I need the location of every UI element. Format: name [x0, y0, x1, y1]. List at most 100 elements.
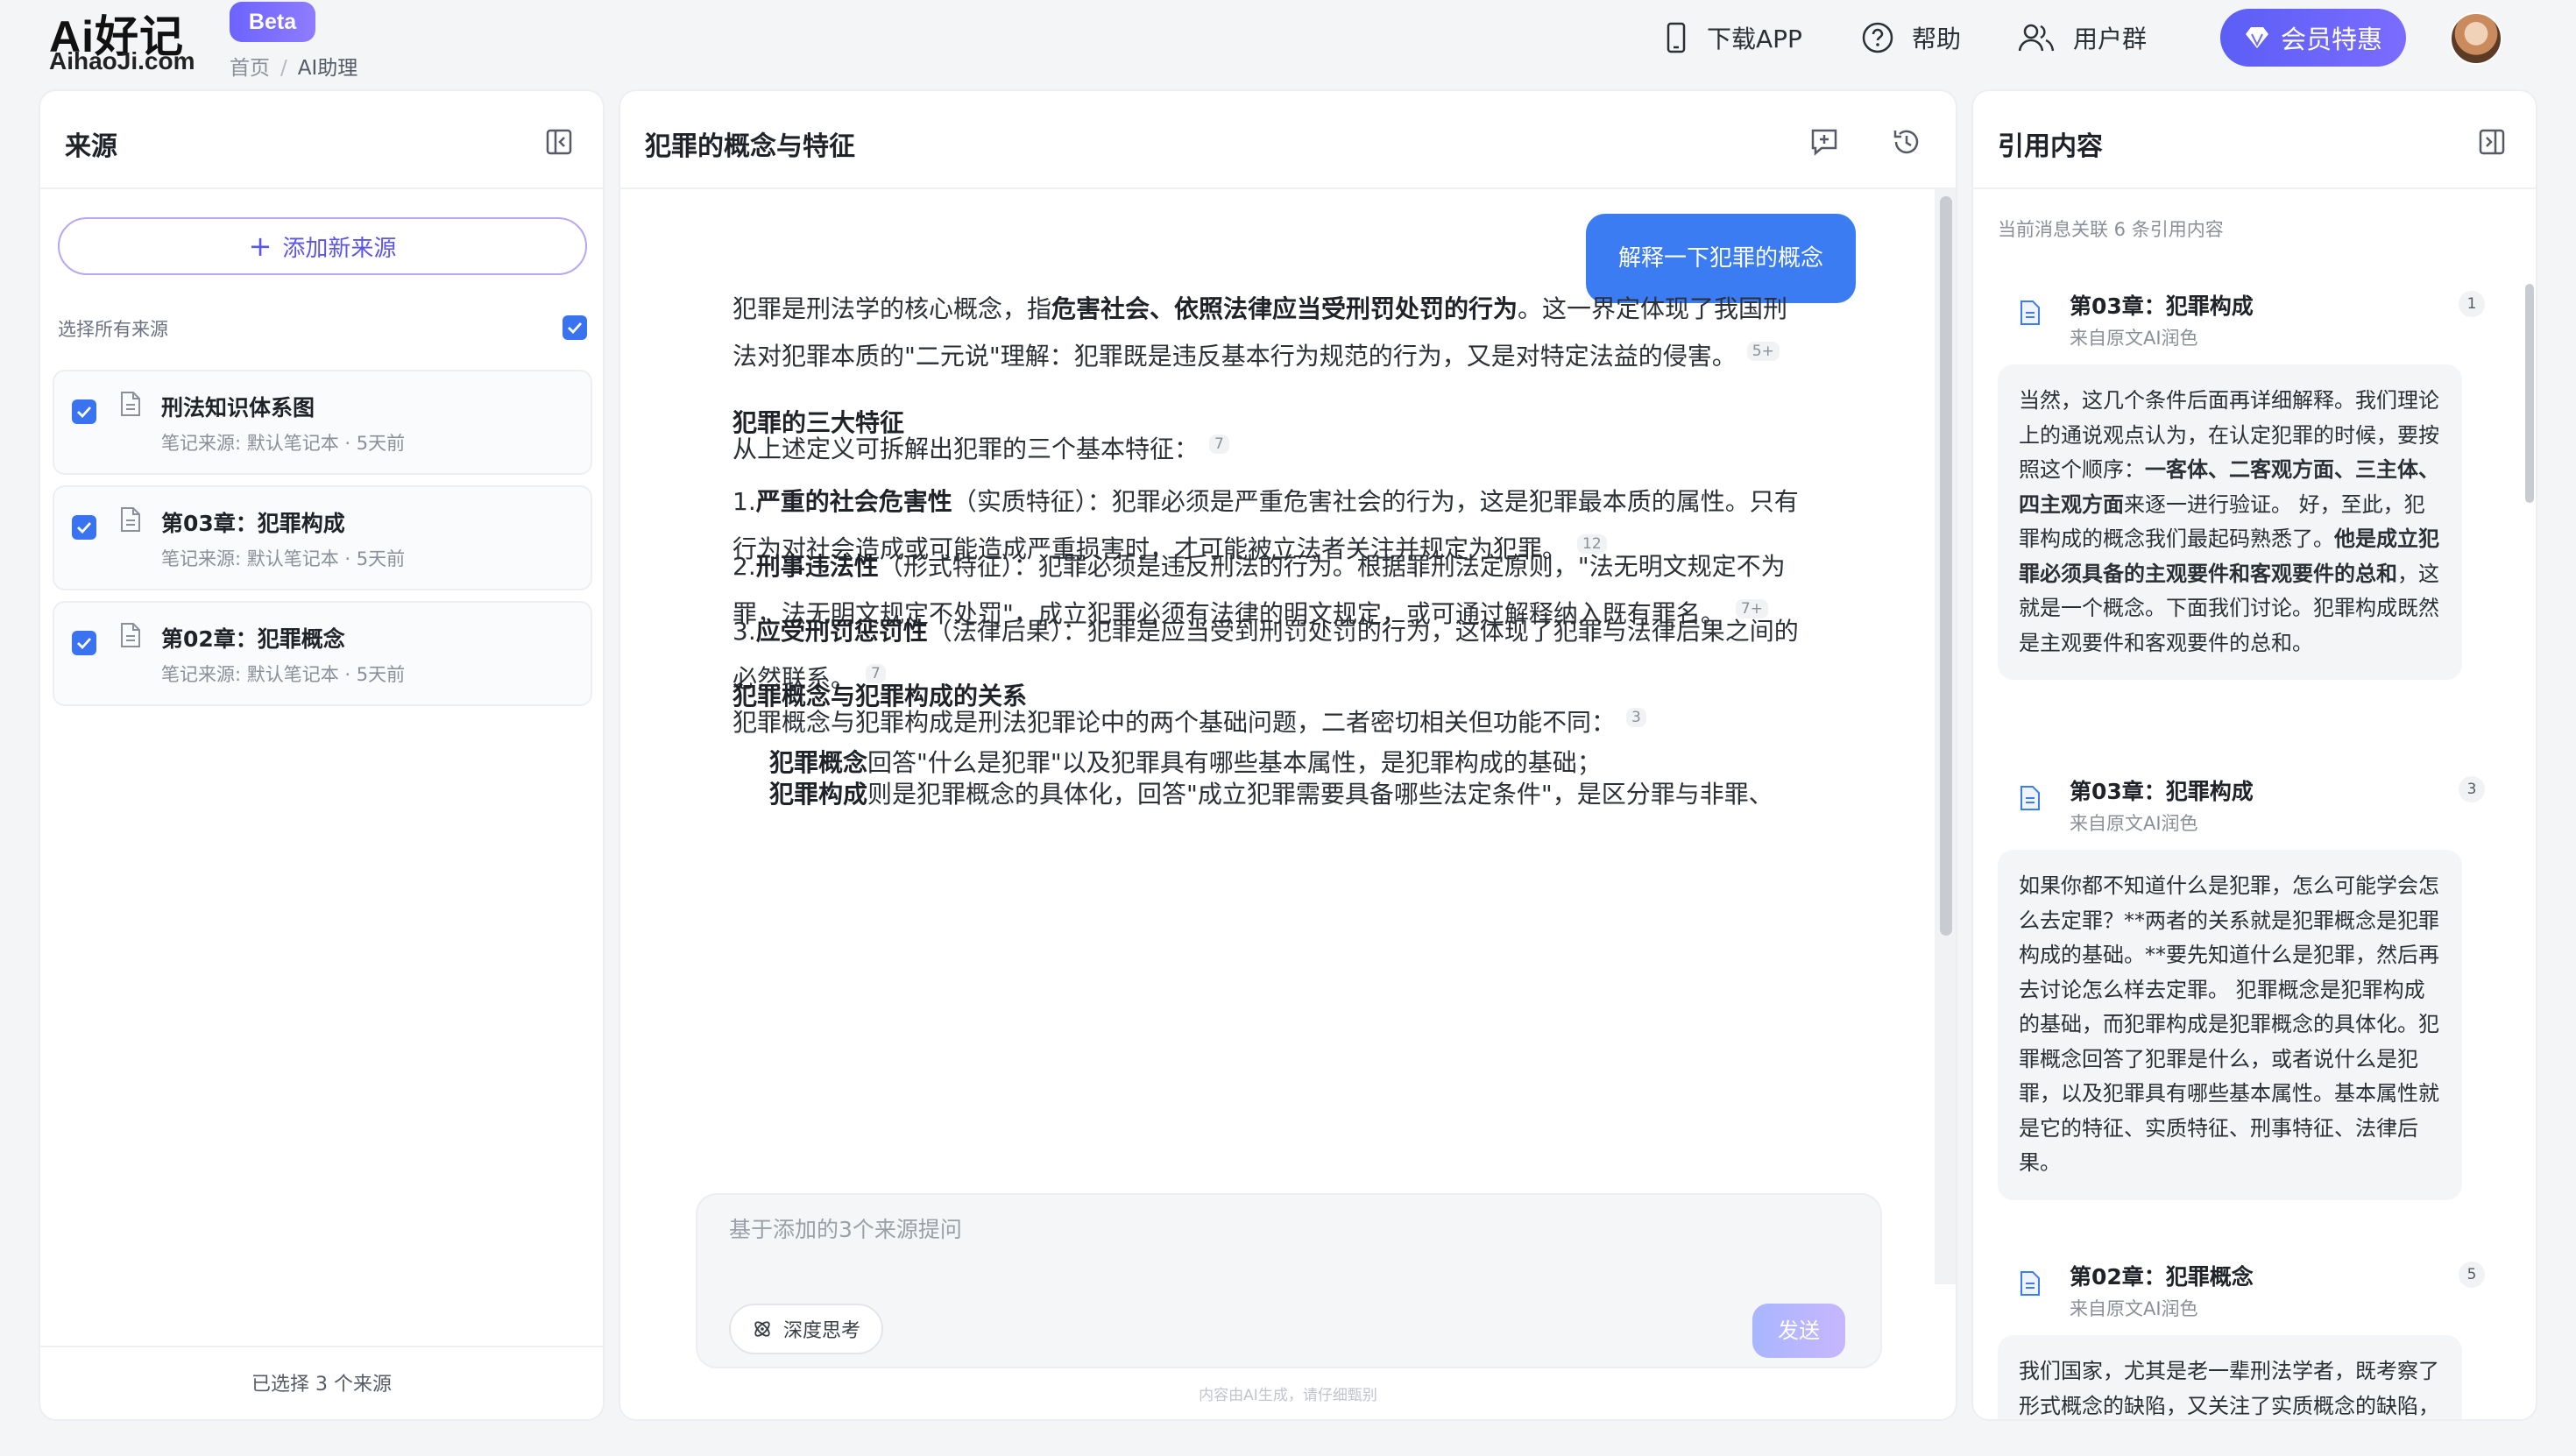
answer-text: 则是犯罪概念的具体化，回答"成立犯罪需要具备哪些法定条件"，是区分罪与非罪、 [867, 780, 1773, 809]
history-button[interactable] [1889, 124, 1924, 159]
check-icon [568, 322, 583, 334]
citation-badge[interactable]: 7 [1209, 434, 1229, 454]
citations-panel: 引用内容 当前消息关联 6 条引用内容 第03章：犯罪构成 来自原文AI润色 1… [1971, 89, 2537, 1421]
new-chat-button[interactable] [1807, 124, 1842, 159]
citations-scrollbar-thumb[interactable] [2525, 284, 2534, 503]
citation-badge[interactable]: 3 [1626, 707, 1646, 727]
new-chat-icon [1811, 129, 1837, 156]
source-checkbox[interactable] [72, 399, 96, 424]
answer-text: 犯罪是刑法学的核心概念，指 [732, 294, 1052, 323]
breadcrumb-current: AI助理 [297, 57, 358, 80]
list-number: 3. [732, 617, 756, 646]
add-source-button[interactable]: + 添加新来源 [58, 217, 587, 275]
answer-bold: 危害社会、依照法律应当受刑罚处罚的行为 [1051, 294, 1518, 323]
help-link[interactable]: 帮助 [1861, 18, 1961, 58]
users-icon [2018, 24, 2055, 52]
citation-number: 1 [2459, 291, 2485, 317]
citation-excerpt: 我们国家，尤其是老一辈刑法学者，既考察了形式概念的缺陷，又关注了实质概念的缺陷， [1998, 1335, 2462, 1419]
deep-think-toggle[interactable]: 深度思考 [729, 1304, 883, 1354]
breadcrumb-home[interactable]: 首页 [230, 57, 270, 80]
citations-title: 引用内容 [1998, 131, 2103, 162]
sources-title: 来源 [65, 131, 117, 162]
chat-panel-header: 犯罪的概念与特征 [620, 91, 1956, 189]
source-title: 第02章：犯罪概念 [161, 626, 345, 652]
citation-excerpt: 当然，这几个条件后面再详细解释。我们理论上的通说观点认为，在认定犯罪的时候，要按… [1998, 364, 2462, 680]
document-icon [121, 507, 140, 532]
answer-bold: 刑事违法性 [755, 552, 879, 581]
selected-sources-count: 已选择 3 个来源 [40, 1346, 603, 1419]
citation-source: 来自原文AI润色 [2070, 813, 2198, 834]
diamond-icon [2245, 27, 2268, 48]
logo-domain: AihaoJi.com [49, 47, 195, 74]
breadcrumb-separator: / [280, 57, 287, 80]
source-meta: 笔记来源: 默认笔记本 · 5天前 [161, 664, 406, 685]
source-checkbox[interactable] [72, 515, 96, 540]
relation-item: 犯罪构成则是犯罪概念的具体化，回答"成立犯罪需要具备哪些法定条件"，是区分罪与非… [732, 771, 1810, 818]
top-bar: Ai好记 AihaoJi.com Beta 首页 / AI助理 下载APP 帮助 用… [0, 0, 2576, 84]
user-group-link[interactable]: 用户群 [2017, 18, 2147, 58]
question-input-placeholder: 基于添加的3个来源提问 [729, 1217, 962, 1242]
source-item[interactable]: 刑法知识体系图 笔记来源: 默认笔记本 · 5天前 [53, 370, 592, 475]
deep-think-label: 深度思考 [782, 1320, 860, 1342]
citations-scrollbar[interactable] [2523, 189, 2536, 802]
source-title: 第03章：犯罪构成 [161, 511, 345, 536]
source-meta: 笔记来源: 默认笔记本 · 5天前 [161, 548, 406, 569]
source-item[interactable]: 第03章：犯罪构成 笔记来源: 默认笔记本 · 5天前 [53, 485, 592, 590]
check-icon [77, 522, 92, 534]
answer-paragraph: 从上述定义可拆解出犯罪的三个基本特征： 7 [732, 426, 1810, 473]
beta-badge: Beta [230, 2, 315, 42]
answer-bold: 犯罪构成 [769, 780, 868, 809]
help-label: 帮助 [1912, 25, 1962, 53]
add-source-label: 添加新来源 [282, 235, 397, 262]
phone-icon [1667, 22, 1686, 53]
citation-card[interactable]: 第03章：犯罪构成 来自原文AI润色 1 当然，这几个条件后面再详细解释。我们理… [1998, 289, 2509, 710]
citation-source: 来自原文AI润色 [2070, 328, 2198, 349]
chat-title: 犯罪的概念与特征 [645, 131, 855, 162]
select-all-label: 选择所有来源 [58, 319, 168, 340]
vip-offer-label: 会员特惠 [2280, 25, 2382, 54]
download-app-label: 下载APP [1707, 25, 1802, 53]
breadcrumb: 首页 / AI助理 [230, 51, 357, 81]
user-group-label: 用户群 [2073, 25, 2148, 53]
check-icon [77, 406, 92, 418]
plus-icon: + [248, 230, 272, 263]
document-icon [121, 623, 140, 647]
answer-bold: 严重的社会危害性 [755, 487, 952, 516]
chat-messages[interactable]: 解释一下犯罪的概念 犯罪是刑法学的核心概念，指危害社会、依照法律应当受刑罚处罚的… [620, 189, 1935, 1284]
source-checkbox[interactable] [72, 631, 96, 655]
citation-source: 来自原文AI润色 [2070, 1298, 2198, 1319]
sources-panel: 来源 + 添加新来源 选择所有来源 刑法知识体系图 笔记来源: 默认笔记本 · … [39, 89, 605, 1421]
question-input[interactable]: 基于添加的3个来源提问 深度思考 发送 [696, 1193, 1882, 1368]
citation-excerpt: 如果你都不知道什么是犯罪，怎么可能学会怎么去定罪？**两者的关系就是犯罪概念是犯… [1998, 850, 2462, 1200]
send-button[interactable]: 发送 [1752, 1304, 1845, 1358]
avatar[interactable] [2450, 12, 2502, 65]
select-all-checkbox[interactable] [563, 315, 587, 340]
citation-badge[interactable]: 5+ [1746, 341, 1780, 361]
history-icon [1893, 130, 1919, 154]
source-item[interactable]: 第02章：犯罪概念 笔记来源: 默认笔记本 · 5天前 [53, 601, 592, 706]
sources-panel-header: 来源 [40, 91, 603, 189]
check-icon [77, 638, 92, 649]
citation-card[interactable]: 第02章：犯罪概念 来自原文AI润色 5 我们国家，尤其是老一辈刑法学者，既考察… [1998, 1260, 2509, 1419]
citation-card[interactable]: 第03章：犯罪构成 来自原文AI润色 3 如果你都不知道什么是犯罪，怎么可能学会… [1998, 774, 2509, 1200]
answer-text: 犯罪概念与犯罪构成是刑法犯罪论中的两个基础问题，二者密切相关但功能不同： [732, 708, 1617, 737]
citation-title: 第02章：犯罪概念 [2070, 1264, 2254, 1290]
answer-paragraph: 犯罪是刑法学的核心概念，指危害社会、依照法律应当受刑罚处罚的行为。这一界定体现了… [732, 286, 1810, 380]
chat-scrollbar-thumb[interactable] [1940, 196, 1952, 936]
help-icon [1862, 22, 1893, 53]
citation-number: 5 [2459, 1262, 2485, 1288]
document-icon [121, 392, 140, 416]
answer-bold: 应受刑罚惩罚性 [755, 617, 928, 646]
collapse-right-panel-button[interactable] [2474, 124, 2509, 159]
sidebar-collapse-icon [2479, 129, 2505, 155]
source-title: 刑法知识体系图 [161, 395, 315, 421]
vip-offer-button[interactable]: 会员特惠 [2220, 9, 2406, 67]
chat-panel: 犯罪的概念与特征 解释一下犯罪的概念 犯罪是刑法学的核心概念，指危害社会、依照法… [619, 89, 1957, 1421]
citation-title: 第03章：犯罪构成 [2070, 779, 2254, 804]
collapse-left-panel-button[interactable] [541, 124, 577, 159]
citation-number: 3 [2459, 776, 2485, 802]
download-app-link[interactable]: 下载APP [1663, 18, 1802, 58]
citation-title: 第03章：犯罪构成 [2070, 293, 2254, 319]
citation-count: 当前消息关联 6 条引用内容 [1998, 219, 2224, 240]
list-number: 1. [732, 487, 756, 516]
